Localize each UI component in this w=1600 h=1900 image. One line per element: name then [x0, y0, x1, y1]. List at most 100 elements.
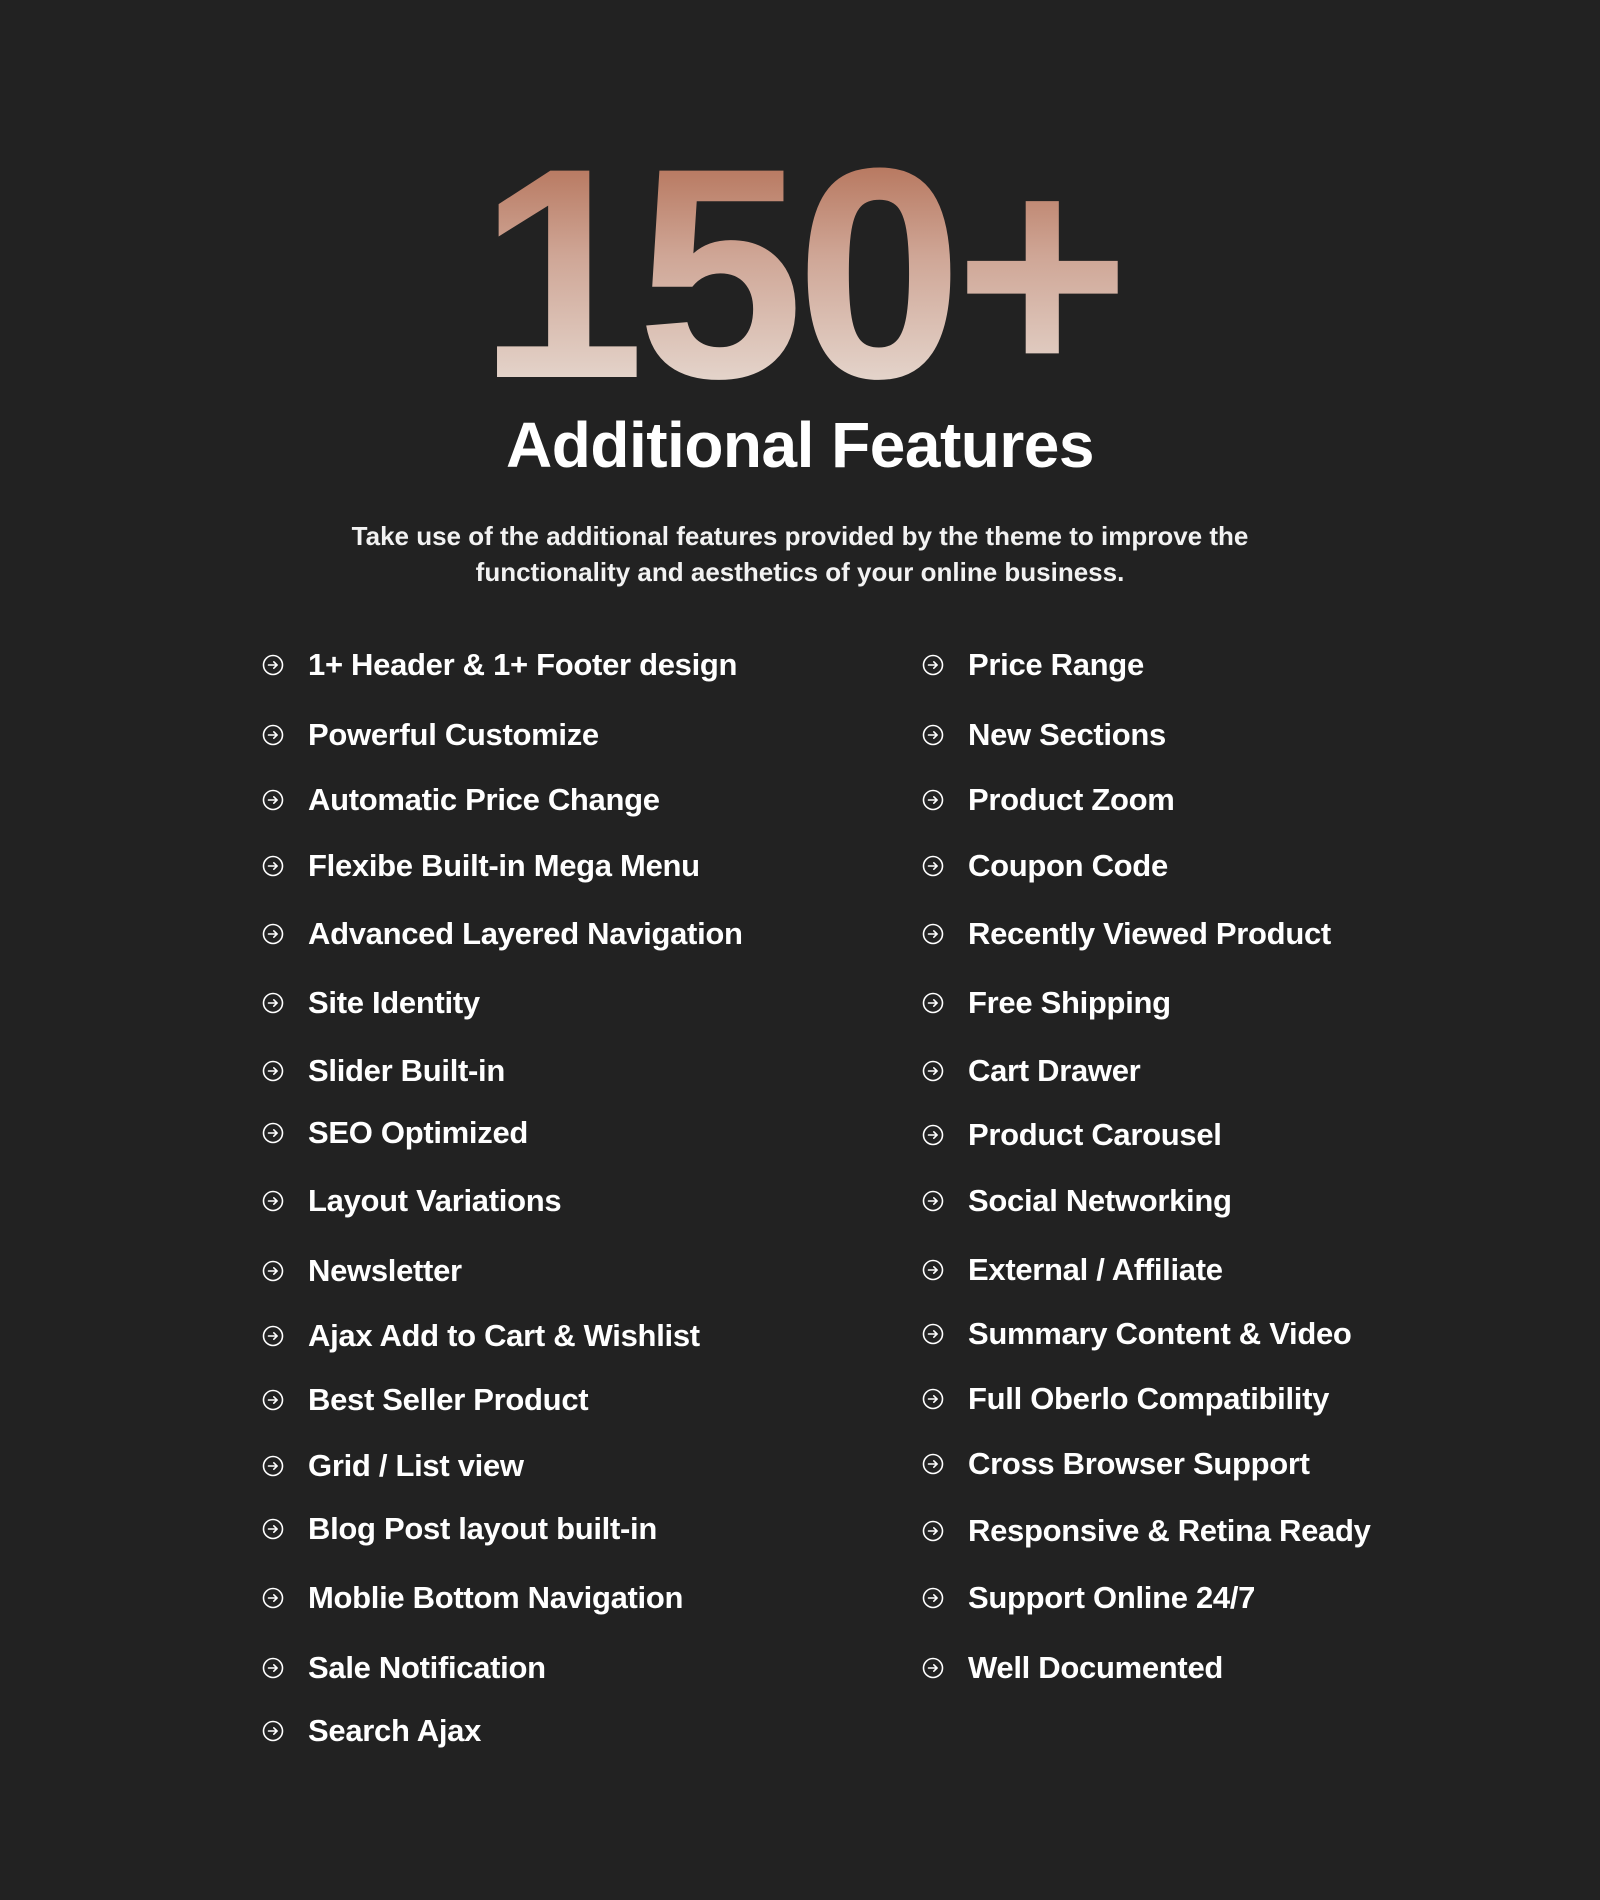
- feature-item: 1+ Header & 1+ Footer design: [262, 645, 738, 685]
- feature-item: Coupon Code: [922, 846, 1168, 886]
- feature-item: SEO Optimized: [262, 1113, 528, 1153]
- feature-label: Price Range: [968, 647, 1144, 682]
- feature-label: Moblie Bottom Navigation: [308, 1580, 684, 1615]
- feature-label: Cross Browser Support: [968, 1446, 1310, 1481]
- feature-list: 1+ Header & 1+ Footer design Powerful Cus…: [0, 0, 1600, 1900]
- feature-label: Newsletter: [308, 1253, 462, 1288]
- feature-label: Site Identity: [308, 985, 480, 1020]
- circle-arrow-right-icon: [262, 1190, 284, 1212]
- feature-item: Product Carousel: [922, 1115, 1222, 1155]
- feature-item: Free Shipping: [922, 983, 1171, 1023]
- feature-label: Full Oberlo Compatibility: [968, 1381, 1330, 1416]
- feature-item: Advanced Layered Navigation: [262, 914, 743, 954]
- feature-item: Slider Built-in: [262, 1051, 505, 1091]
- circle-arrow-right-icon: [262, 923, 284, 945]
- feature-item: Cross Browser Support: [922, 1444, 1310, 1484]
- feature-item: Newsletter: [262, 1251, 462, 1291]
- feature-label: Free Shipping: [968, 985, 1171, 1020]
- circle-arrow-right-icon: [922, 923, 944, 945]
- feature-label: External / Affiliate: [968, 1252, 1223, 1287]
- feature-label: Search Ajax: [308, 1713, 482, 1748]
- feature-label: Advanced Layered Navigation: [308, 916, 743, 951]
- feature-label: Coupon Code: [968, 848, 1168, 883]
- feature-label: Best Seller Product: [308, 1382, 589, 1417]
- feature-item: Automatic Price Change: [262, 780, 660, 820]
- feature-label: Layout Variations: [308, 1183, 562, 1218]
- circle-arrow-right-icon: [262, 1325, 284, 1347]
- feature-item: New Sections: [922, 715, 1166, 755]
- feature-label: Product Carousel: [968, 1117, 1222, 1152]
- feature-item: Support Online 24/7: [922, 1578, 1255, 1618]
- feature-item: Moblie Bottom Navigation: [262, 1578, 683, 1618]
- feature-item: Full Oberlo Compatibility: [922, 1379, 1329, 1419]
- feature-label: Grid / List view: [308, 1448, 524, 1483]
- feature-label: Summary Content & Video: [968, 1316, 1352, 1351]
- feature-item: Recently Viewed Product: [922, 914, 1331, 954]
- circle-arrow-right-icon: [262, 789, 284, 811]
- circle-arrow-right-icon: [922, 1190, 944, 1212]
- circle-arrow-right-icon: [922, 1060, 944, 1082]
- feature-item: Ajax Add to Cart & Wishlist: [262, 1316, 700, 1356]
- feature-item: Site Identity: [262, 983, 480, 1023]
- circle-arrow-right-icon: [922, 855, 944, 877]
- feature-label: Automatic Price Change: [308, 782, 660, 817]
- feature-label: Support Online 24/7: [968, 1580, 1256, 1615]
- circle-arrow-right-icon: [922, 1657, 944, 1679]
- circle-arrow-right-icon: [262, 1260, 284, 1282]
- feature-item: Flexibe Built-in Mega Menu: [262, 846, 700, 886]
- feature-label: New Sections: [968, 717, 1166, 752]
- circle-arrow-right-icon: [262, 724, 284, 746]
- feature-item: Social Networking: [922, 1181, 1232, 1221]
- feature-label: Cart Drawer: [968, 1053, 1141, 1088]
- features-page: 150+ Additional Features Take use of the…: [0, 0, 1600, 1900]
- circle-arrow-right-icon: [922, 1323, 944, 1345]
- circle-arrow-right-icon: [922, 1124, 944, 1146]
- feature-item: Search Ajax: [262, 1711, 481, 1751]
- feature-label: SEO Optimized: [308, 1115, 529, 1150]
- circle-arrow-right-icon: [922, 992, 944, 1014]
- circle-arrow-right-icon: [262, 855, 284, 877]
- circle-arrow-right-icon: [922, 1259, 944, 1281]
- feature-label: Slider Built-in: [308, 1053, 506, 1088]
- feature-item: Summary Content & Video: [922, 1314, 1352, 1354]
- circle-arrow-right-icon: [922, 789, 944, 811]
- feature-item: Powerful Customize: [262, 715, 599, 755]
- circle-arrow-right-icon: [922, 1520, 944, 1542]
- feature-label: Well Documented: [968, 1650, 1224, 1685]
- feature-item: Best Seller Product: [262, 1380, 589, 1420]
- circle-arrow-right-icon: [922, 724, 944, 746]
- feature-label: Product Zoom: [968, 782, 1175, 817]
- feature-label: Ajax Add to Cart & Wishlist: [308, 1318, 700, 1353]
- feature-label: 1+ Header & 1+ Footer design: [308, 647, 738, 682]
- circle-arrow-right-icon: [262, 1455, 284, 1477]
- feature-item: Blog Post layout built-in: [262, 1509, 657, 1549]
- feature-item: Sale Notification: [262, 1648, 546, 1688]
- feature-item: Price Range: [922, 645, 1144, 685]
- circle-arrow-right-icon: [262, 654, 284, 676]
- feature-item: Responsive & Retina Ready: [922, 1511, 1371, 1551]
- circle-arrow-right-icon: [262, 1587, 284, 1609]
- feature-item: Layout Variations: [262, 1181, 562, 1221]
- circle-arrow-right-icon: [262, 1518, 284, 1540]
- feature-item: Well Documented: [922, 1648, 1223, 1688]
- circle-arrow-right-icon: [922, 654, 944, 676]
- feature-label: Powerful Customize: [308, 717, 599, 752]
- circle-arrow-right-icon: [262, 1720, 284, 1742]
- circle-arrow-right-icon: [262, 1657, 284, 1679]
- circle-arrow-right-icon: [922, 1388, 944, 1410]
- feature-item: Grid / List view: [262, 1446, 524, 1486]
- feature-item: External / Affiliate: [922, 1250, 1223, 1290]
- circle-arrow-right-icon: [922, 1453, 944, 1475]
- feature-label: Blog Post layout built-in: [308, 1511, 657, 1546]
- circle-arrow-right-icon: [262, 1389, 284, 1411]
- circle-arrow-right-icon: [262, 1122, 284, 1144]
- feature-label: Social Networking: [968, 1183, 1232, 1218]
- feature-item: Cart Drawer: [922, 1051, 1141, 1091]
- circle-arrow-right-icon: [262, 1060, 284, 1082]
- feature-label: Flexibe Built-in Mega Menu: [308, 848, 700, 883]
- feature-label: Recently Viewed Product: [968, 916, 1331, 951]
- feature-item: Product Zoom: [922, 780, 1175, 820]
- circle-arrow-right-icon: [922, 1587, 944, 1609]
- circle-arrow-right-icon: [262, 992, 284, 1014]
- feature-label: Sale Notification: [308, 1650, 546, 1685]
